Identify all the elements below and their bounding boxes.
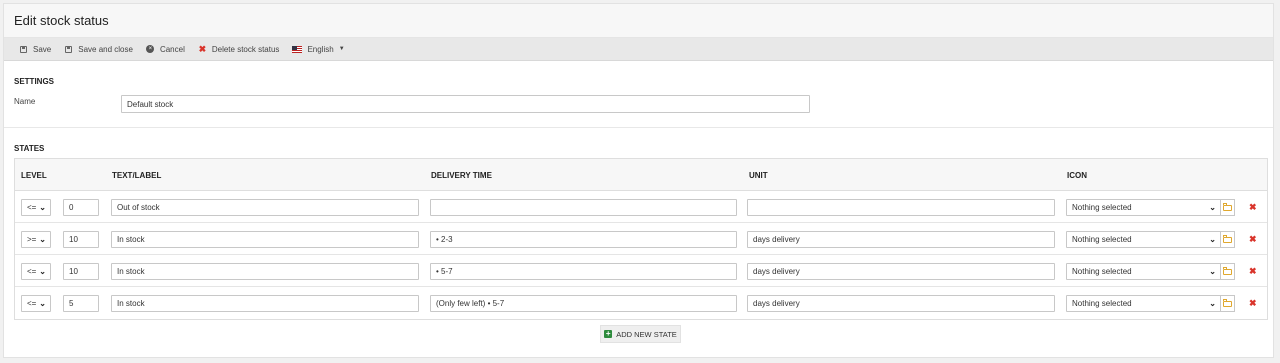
- chevron-down-icon: ⌄: [1209, 203, 1216, 212]
- operator-value: <=: [27, 203, 37, 212]
- page-header: Edit stock status: [4, 4, 1273, 38]
- table-row: <= ⌄ 10 In stock • 5-7 days delivery Noth…: [15, 254, 1267, 287]
- chevron-down-icon: ⌄: [39, 267, 46, 276]
- delivery-time-input[interactable]: • 2-3: [430, 231, 737, 248]
- page-title: Edit stock status: [14, 13, 109, 28]
- save-label: Save: [33, 44, 52, 54]
- operator-value: <=: [27, 267, 37, 276]
- chevron-down-icon: ⌄: [1209, 235, 1216, 244]
- chevron-down-icon: ⌄: [39, 203, 46, 212]
- icon-select-value: Nothing selected: [1072, 299, 1132, 308]
- column-header-unit: UNIT: [749, 171, 768, 180]
- section-divider: [4, 127, 1273, 128]
- folder-icon: [1223, 298, 1232, 307]
- operator-select[interactable]: <= ⌄: [21, 295, 51, 312]
- remove-state-button[interactable]: ✖: [1249, 266, 1257, 277]
- delivery-time-input[interactable]: • 5-7: [430, 263, 737, 280]
- browse-icon-button[interactable]: [1220, 263, 1235, 280]
- cancel-button[interactable]: × Cancel: [141, 38, 193, 60]
- browse-icon-button[interactable]: [1220, 199, 1235, 216]
- edit-stock-status-panel: Edit stock status Save Save and close × …: [3, 3, 1274, 358]
- settings-heading: SETTINGS: [14, 77, 55, 86]
- unit-input[interactable]: days delivery: [747, 295, 1055, 312]
- chevron-down-icon: ▼: [338, 46, 345, 52]
- save-button[interactable]: Save: [14, 38, 59, 60]
- folder-icon: [1223, 266, 1232, 275]
- name-input[interactable]: Default stock: [121, 95, 810, 113]
- chevron-down-icon: ⌄: [39, 299, 46, 308]
- save-and-close-label: Save and close: [78, 44, 133, 54]
- unit-input[interactable]: [747, 199, 1055, 216]
- column-header-level: LEVEL: [21, 171, 47, 180]
- delete-stock-status-button[interactable]: ✖ Delete stock status: [193, 38, 288, 60]
- save-icon: [64, 45, 73, 54]
- cancel-icon: ×: [146, 45, 155, 54]
- icon-select[interactable]: Nothing selected ⌄: [1066, 263, 1221, 280]
- name-label: Name: [14, 97, 36, 106]
- icon-select[interactable]: Nothing selected ⌄: [1066, 231, 1221, 248]
- table-row: <= ⌄ 0 Out of stock Nothing selected ⌄ ✖: [15, 190, 1267, 223]
- icon-select-value: Nothing selected: [1072, 267, 1132, 276]
- text-label-input[interactable]: Out of stock: [111, 199, 419, 216]
- table-row: >= ⌄ 10 In stock • 2-3 days delivery Noth…: [15, 222, 1267, 255]
- delivery-time-input[interactable]: (Only few left) • 5-7: [430, 295, 737, 312]
- operator-value: <=: [27, 299, 37, 308]
- table-header: LEVEL TEXT/LABEL DELIVERY TIME UNIT ICON: [15, 159, 1267, 191]
- text-label-input[interactable]: In stock: [111, 295, 419, 312]
- browse-icon-button[interactable]: [1220, 295, 1235, 312]
- column-header-text: TEXT/LABEL: [112, 171, 162, 180]
- delete-label: Delete stock status: [211, 44, 280, 54]
- operator-select[interactable]: <= ⌄: [21, 263, 51, 280]
- chevron-down-icon: ⌄: [1209, 299, 1216, 308]
- folder-icon: [1223, 202, 1232, 211]
- icon-select[interactable]: Nothing selected ⌄: [1066, 295, 1221, 312]
- operator-value: >=: [27, 235, 37, 244]
- column-header-delivery: DELIVERY TIME: [431, 171, 492, 180]
- column-header-icon: ICON: [1067, 171, 1087, 180]
- level-input[interactable]: 10: [63, 231, 99, 248]
- browse-icon-button[interactable]: [1220, 231, 1235, 248]
- folder-icon: [1223, 234, 1232, 243]
- delete-icon: ✖: [198, 43, 207, 54]
- cancel-label: Cancel: [159, 44, 185, 54]
- us-flag-icon: [292, 45, 303, 53]
- save-icon: [19, 45, 28, 54]
- level-input[interactable]: 0: [63, 199, 99, 216]
- unit-input[interactable]: days delivery: [747, 231, 1055, 248]
- remove-state-button[interactable]: ✖: [1249, 298, 1257, 309]
- save-and-close-button[interactable]: Save and close: [59, 38, 141, 60]
- icon-select-value: Nothing selected: [1072, 235, 1132, 244]
- toolbar: Save Save and close × Cancel ✖ Delete st…: [4, 38, 1273, 61]
- chevron-down-icon: ⌄: [1209, 267, 1216, 276]
- level-input[interactable]: 10: [63, 263, 99, 280]
- text-label-input[interactable]: In stock: [111, 263, 419, 280]
- states-table: LEVEL TEXT/LABEL DELIVERY TIME UNIT ICON…: [14, 158, 1268, 320]
- language-dropdown[interactable]: English ▼: [287, 38, 352, 60]
- plus-icon: +: [604, 329, 613, 338]
- chevron-down-icon: ⌄: [39, 235, 46, 244]
- icon-select[interactable]: Nothing selected ⌄: [1066, 199, 1221, 216]
- language-label: English: [307, 44, 334, 54]
- text-label-input[interactable]: In stock: [111, 231, 419, 248]
- states-heading: STATES: [14, 144, 45, 153]
- table-row: <= ⌄ 5 In stock (Only few left) • 5-7 day…: [15, 286, 1267, 318]
- icon-select-value: Nothing selected: [1072, 203, 1132, 212]
- unit-input[interactable]: days delivery: [747, 263, 1055, 280]
- remove-state-button[interactable]: ✖: [1249, 202, 1257, 213]
- add-new-state-button[interactable]: + ADD NEW STATE: [600, 325, 681, 343]
- operator-select[interactable]: >= ⌄: [21, 231, 51, 248]
- add-new-state-label: ADD NEW STATE: [616, 329, 677, 339]
- delivery-time-input[interactable]: [430, 199, 737, 216]
- remove-state-button[interactable]: ✖: [1249, 234, 1257, 245]
- operator-select[interactable]: <= ⌄: [21, 199, 51, 216]
- level-input[interactable]: 5: [63, 295, 99, 312]
